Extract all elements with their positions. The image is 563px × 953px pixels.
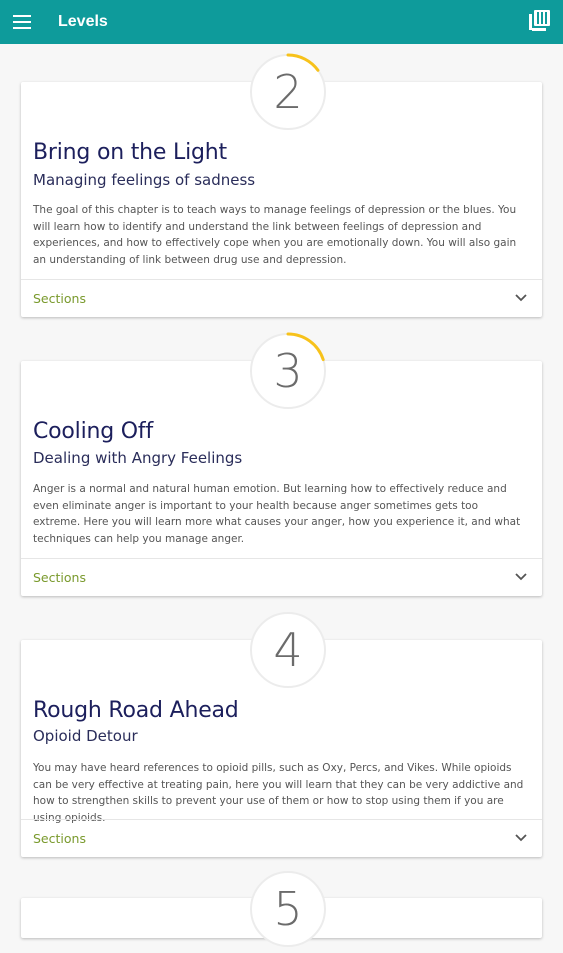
sections-toggle[interactable]: Sections	[21, 559, 542, 595]
sections-label: Sections	[33, 830, 86, 846]
sections-toggle[interactable]: Sections	[21, 820, 542, 856]
page-title: Levels	[58, 13, 108, 30]
level-subtitle: Dealing with Angry Feelings	[33, 449, 243, 467]
menu-button[interactable]	[0, 0, 44, 44]
level-number-badge: 2	[249, 53, 327, 131]
level-number: 3	[273, 344, 303, 398]
library-button[interactable]	[529, 10, 553, 34]
level-subtitle: Opioid Detour	[33, 727, 138, 745]
chevron-down-icon	[515, 573, 527, 581]
level-number: 2	[273, 65, 303, 119]
level-number-badge: 3	[249, 332, 327, 410]
level-subtitle: Managing feelings of sadness	[33, 171, 256, 189]
level-title: Bring on the Light	[33, 140, 227, 165]
chevron-down-icon	[515, 294, 527, 302]
library-books-icon	[529, 10, 550, 31]
level-description: Anger is a normal and natural human emot…	[33, 483, 521, 545]
level-description: You may have heard references to opioid …	[33, 762, 524, 824]
sections-toggle[interactable]: Sections	[21, 280, 542, 316]
level-title: Cooling Off	[33, 419, 154, 444]
level-description: The goal of this chapter is to teach way…	[33, 204, 517, 266]
hamburger-menu-icon	[13, 15, 31, 29]
sections-label: Sections	[33, 569, 86, 585]
chevron-down-icon	[515, 834, 527, 842]
level-title: Rough Road Ahead	[33, 698, 239, 723]
level-number-badge: 4	[249, 611, 327, 689]
level-number: 5	[273, 882, 303, 936]
level-number-badge: 5	[249, 870, 327, 948]
app-bar: Levels	[0, 0, 563, 44]
level-number: 4	[273, 623, 303, 677]
sections-label: Sections	[33, 290, 86, 306]
